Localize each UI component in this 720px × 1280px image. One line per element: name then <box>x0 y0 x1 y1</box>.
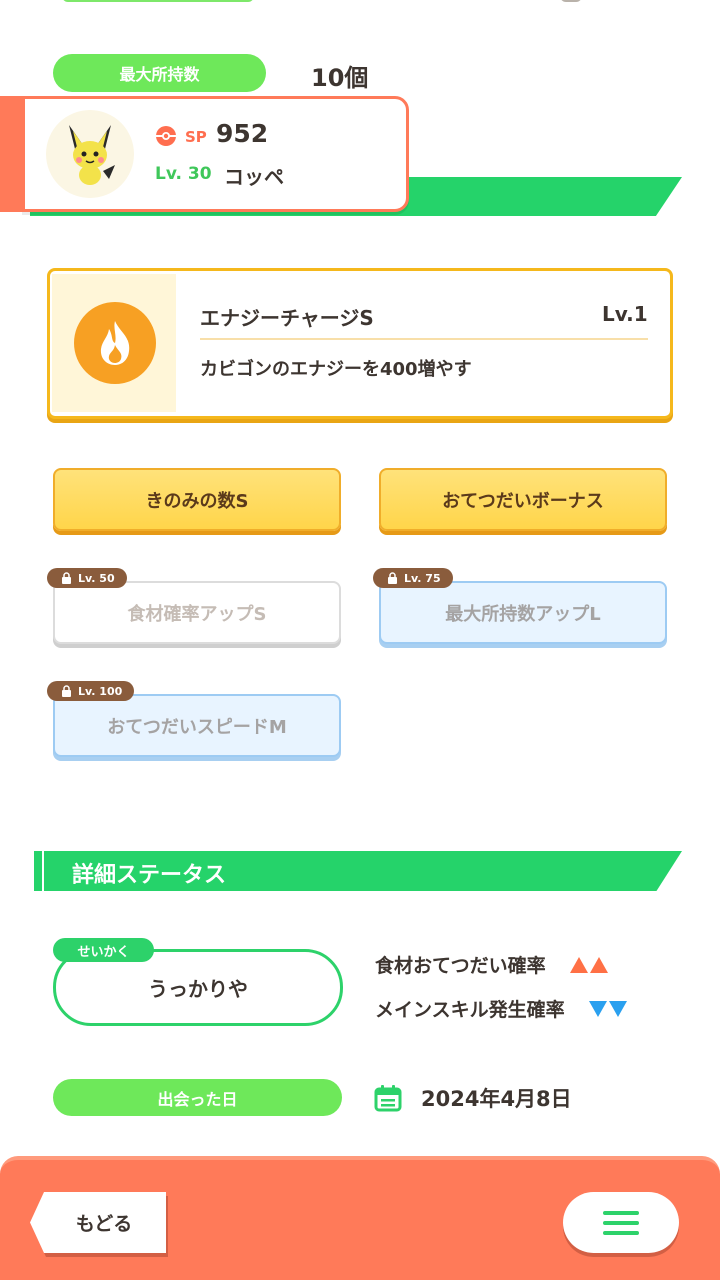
pokemon-name: コッペ <box>224 165 284 189</box>
sub-skill-4-lock-badge: Lv. 75 <box>373 568 453 588</box>
max-inventory-label: 最大所持数 <box>53 54 266 92</box>
nature-up-row: 食材おてつだい確率 <box>375 951 608 978</box>
sub-skill-5-lock-level: Lv. 100 <box>78 684 123 698</box>
sub-skill-1-button[interactable]: きのみの数S <box>53 468 341 531</box>
sub-skill-5-button[interactable]: おてつだいスピードM <box>53 694 341 757</box>
sp-label: SP <box>185 128 207 146</box>
back-button[interactable]: もどる <box>30 1192 166 1253</box>
lock-icon <box>388 572 397 584</box>
pichu-icon <box>69 125 115 185</box>
pokemon-avatar[interactable] <box>46 110 134 198</box>
max-inventory-value: 10個 <box>311 64 369 92</box>
calendar-icon <box>374 1085 402 1112</box>
flame-icon <box>100 321 130 365</box>
up-arrows-icon <box>569 956 608 973</box>
sp-value: 952 <box>216 119 269 148</box>
hamburger-icon <box>603 1210 639 1235</box>
nature-down-stat: メインスキル発生確率 <box>375 999 565 1021</box>
menu-button[interactable] <box>563 1192 679 1253</box>
sub-skill-2-button[interactable]: おてつだいボーナス <box>379 468 667 531</box>
nature-up-stat: 食材おてつだい確率 <box>375 955 546 977</box>
met-date-value: 2024年4月8日 <box>421 1087 572 1111</box>
top-arc-remnant <box>560 0 582 2</box>
lock-icon <box>62 572 71 584</box>
section-title: 詳細ステータス <box>72 863 227 888</box>
main-skill-description: カビゴンのエナジーを400増やす <box>200 359 472 380</box>
sub-skill-4-lock-level: Lv. 75 <box>404 571 441 585</box>
sub-skill-3-lock-level: Lv. 50 <box>78 571 115 585</box>
down-arrows-icon <box>588 1000 627 1017</box>
main-skill-name: エナジーチャージS <box>200 306 374 330</box>
top-bar-remnant <box>62 0 254 2</box>
sub-skill-5-lock-badge: Lv. 100 <box>47 681 135 701</box>
sub-skill-4-button[interactable]: 最大所持数アップL <box>379 581 667 644</box>
skill-icon-badge <box>74 302 156 384</box>
main-skill-level: Lv.1 <box>602 302 648 326</box>
met-date-label: 出会った日 <box>53 1079 342 1116</box>
sub-skill-3-button[interactable]: 食材確率アップS <box>53 581 341 644</box>
nature-tag: せいかく <box>53 938 154 962</box>
nature-down-row: メインスキル発生確率 <box>375 995 627 1022</box>
pokemon-level: Lv. 30 <box>155 164 212 184</box>
lock-icon <box>62 685 71 697</box>
section-accent-bar <box>34 851 42 891</box>
pokeball-icon <box>156 126 176 146</box>
sub-skill-3-lock-badge: Lv. 50 <box>47 568 127 588</box>
skill-divider <box>200 338 648 340</box>
